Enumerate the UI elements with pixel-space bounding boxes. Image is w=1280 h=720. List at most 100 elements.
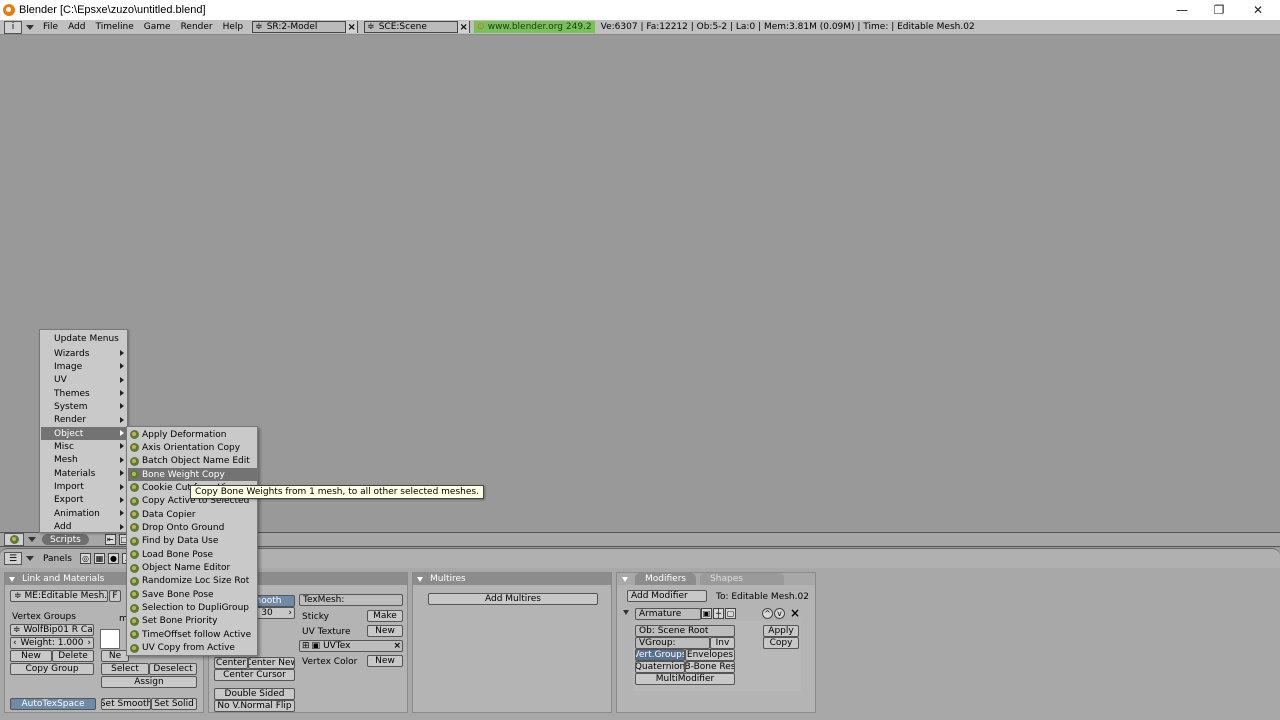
editmode-toggle-icon[interactable]: ▢: [725, 608, 736, 619]
info-editor-type-icon[interactable]: i: [4, 20, 22, 34]
screen-browse-icon[interactable]: ≑: [255, 22, 263, 32]
menu-render[interactable]: Render: [176, 22, 218, 32]
fake-user-button[interactable]: F: [109, 590, 121, 602]
object-script-data-copier[interactable]: Data Copier: [128, 508, 257, 521]
menu-timeline[interactable]: Timeline: [91, 22, 139, 32]
modifier-copy-button[interactable]: Copy: [763, 637, 799, 649]
vertex-color-new-button[interactable]: New: [367, 655, 403, 667]
material-select-button[interactable]: Select: [101, 663, 149, 675]
scripts-back-icon[interactable]: ⇤: [104, 534, 116, 545]
object-script-axis-orientation-copy[interactable]: Axis Orientation Copy: [128, 441, 257, 454]
vgroup-field[interactable]: VGroup:: [635, 637, 710, 649]
scripts-menu-item-uv[interactable]: UV: [41, 374, 127, 387]
scene-browse-icon[interactable]: ≑: [367, 22, 375, 32]
modifier-expand-icon[interactable]: [623, 610, 629, 615]
restore-button[interactable]: ❐: [1200, 0, 1238, 20]
material-assign-button[interactable]: Assign: [101, 676, 197, 688]
scripts-editor-type-icon[interactable]: [4, 533, 24, 546]
tab-shapes[interactable]: Shapes: [700, 573, 785, 585]
uvtex-layer-row[interactable]: ⊞ ▣ UVTex ×: [299, 640, 403, 652]
move-down-icon[interactable]: v: [774, 608, 785, 619]
scene-delete-icon[interactable]: ×: [457, 21, 470, 33]
object-script-object-name-editor[interactable]: Object Name Editor: [128, 562, 257, 575]
camera-icon[interactable]: ▣: [312, 641, 321, 651]
panel-collapse-icon[interactable]: [417, 576, 423, 582]
shading-context-icon[interactable]: ●: [107, 553, 119, 564]
close-button[interactable]: ✕: [1239, 0, 1277, 20]
scripts-menu-item-image[interactable]: Image: [41, 360, 127, 373]
object-script-find-by-data-use[interactable]: Find by Data Use: [128, 535, 257, 548]
double-sided-toggle[interactable]: Double Sided: [214, 688, 295, 700]
object-script-load-bone-pose[interactable]: Load Bone Pose: [128, 548, 257, 561]
object-script-uv-copy-from-active[interactable]: UV Copy from Active: [128, 642, 257, 655]
screen-selector[interactable]: ≑ SR:2-Model ×: [252, 21, 359, 33]
vgroup-invert-toggle[interactable]: Inv: [710, 637, 735, 649]
set-solid-button[interactable]: Set Solid: [151, 698, 197, 710]
vert-groups-toggle[interactable]: Vert.Groups: [635, 649, 685, 661]
object-script-apply-deformation[interactable]: Apply Deformation: [128, 428, 257, 441]
collapse-menu-icon[interactable]: [26, 24, 34, 30]
object-script-selection-to-dupligroup[interactable]: Selection to DupliGroup: [128, 602, 257, 615]
remove-modifier-icon[interactable]: ×: [790, 606, 800, 620]
scripts-menu-item-update-menus[interactable]: Update Menus: [41, 332, 127, 345]
scripts-menu-button[interactable]: Scripts: [42, 534, 89, 545]
envelopes-toggle[interactable]: Envelopes: [685, 649, 735, 661]
armature-object-field[interactable]: Ob: Scene Root: [635, 625, 735, 637]
no-vnormal-flip-toggle[interactable]: No V.Normal Flip: [214, 700, 295, 712]
center-new-button[interactable]: Center New: [248, 657, 295, 669]
quaternion-toggle[interactable]: Quaternion: [635, 661, 685, 673]
menu-game[interactable]: Game: [139, 22, 176, 32]
uv-texture-new-button[interactable]: New: [367, 625, 403, 637]
object-script-save-bone-pose[interactable]: Save Bone Pose: [128, 588, 257, 601]
scripts-menu-item-add[interactable]: Add: [41, 521, 127, 534]
weight-slider[interactable]: ‹ Weight: 1.000 ›: [10, 637, 94, 649]
screen-delete-icon[interactable]: ×: [345, 21, 358, 33]
minimize-button[interactable]: —: [1163, 0, 1201, 20]
mesh-datablock-field[interactable]: ≑ME:Editable Mesh.02: [10, 590, 108, 602]
bbone-rest-toggle[interactable]: B-Bone Res: [685, 661, 735, 673]
add-multires-button[interactable]: Add Multires: [428, 593, 598, 605]
object-script-drop-onto-ground[interactable]: Drop Onto Ground: [128, 521, 257, 534]
active-render-icon[interactable]: ⊞: [302, 641, 310, 651]
menu-help[interactable]: Help: [218, 22, 249, 32]
scripts-menu-item-animation[interactable]: Animation: [41, 507, 127, 520]
object-script-bone-weight-copy[interactable]: Bone Weight Copy: [128, 468, 257, 482]
tab-modifiers[interactable]: Modifiers: [635, 573, 697, 585]
panel-collapse-icon[interactable]: [622, 576, 628, 582]
scripts-menu-item-wizards[interactable]: Wizards: [41, 347, 127, 360]
object-script-batch-object-name-edit[interactable]: Batch Object Name Edit: [128, 455, 257, 468]
scripts-collapse-icon[interactable]: [28, 537, 36, 542]
scripts-menu-item-system[interactable]: System: [41, 400, 127, 413]
modifier-name-field[interactable]: Armature: [635, 608, 701, 620]
object-script-timeoffset-follow-active[interactable]: TimeOffset follow Active: [128, 628, 257, 641]
panels-menu[interactable]: Panels: [38, 554, 77, 564]
scripts-menu-item-misc[interactable]: Misc: [41, 440, 127, 453]
copy-group-button[interactable]: Copy Group: [10, 663, 94, 675]
object-script-randomize-loc-size-rot[interactable]: Randomize Loc Size Rot: [128, 575, 257, 588]
vertex-group-field[interactable]: ≑ WolfBip01 R Calf: [10, 624, 94, 636]
material-deselect-button[interactable]: Deselect: [149, 663, 197, 675]
scripts-menu-item-render[interactable]: Render: [41, 414, 127, 427]
autotexspace-toggle[interactable]: AutoTexSpace: [10, 698, 96, 710]
modifier-apply-button[interactable]: Apply: [763, 625, 799, 637]
material-new-button[interactable]: Ne: [101, 650, 129, 662]
object-script-set-bone-priority[interactable]: Set Bone Priority: [128, 615, 257, 628]
multires-header[interactable]: Multires: [413, 573, 611, 585]
buttons-editor-type-icon[interactable]: ☰: [4, 552, 22, 565]
blender-url-button[interactable]: ⊙ www.blender.org 249.2: [474, 21, 595, 33]
vgroup-new-button[interactable]: New: [10, 650, 52, 662]
multimodifier-toggle[interactable]: MultiModifier: [635, 673, 735, 685]
uvtex-delete-icon[interactable]: ×: [393, 641, 401, 651]
menu-add[interactable]: Add: [63, 22, 90, 32]
buttons-collapse-icon[interactable]: [26, 556, 34, 561]
texmesh-field[interactable]: TexMesh:: [299, 594, 403, 606]
move-up-icon[interactable]: ^: [762, 608, 773, 619]
vgroup-delete-button[interactable]: Delete: [52, 650, 94, 662]
set-smooth-button[interactable]: Set Smooth: [101, 698, 151, 710]
scripts-menu-item-object[interactable]: Object: [41, 427, 127, 441]
scripts-menu-item-themes[interactable]: Themes: [41, 387, 127, 400]
logic-context-icon[interactable]: ◎: [79, 553, 91, 564]
scripts-menu-item-mesh[interactable]: Mesh: [41, 454, 127, 467]
realtime-toggle-icon[interactable]: ┼: [713, 608, 724, 619]
sticky-make-button[interactable]: Make: [367, 610, 403, 622]
